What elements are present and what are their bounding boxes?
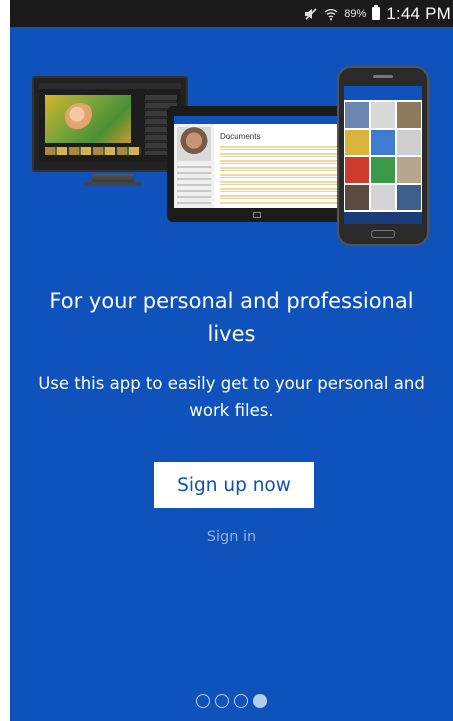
desktop-monitor-illustration	[32, 76, 188, 172]
hero-devices-illustration: Documents	[10, 60, 453, 260]
page-dot-4-active[interactable]	[253, 694, 267, 708]
onboarding-description: Use this app to easily get to your perso…	[38, 374, 425, 420]
page-dot-3[interactable]	[234, 694, 248, 708]
phone-tile-grid	[345, 102, 421, 210]
status-bar: 89% 1:44 PM	[10, 0, 453, 27]
page-dot-1[interactable]	[196, 694, 210, 708]
phone-illustration	[337, 66, 429, 246]
sign-up-button[interactable]: Sign up now	[154, 462, 314, 508]
sign-in-link[interactable]: Sign in	[10, 529, 453, 545]
windows-icon	[253, 212, 261, 218]
app-frame: 89% 1:44 PM Documents For your personal …	[10, 0, 453, 721]
battery-icon	[372, 5, 381, 20]
page-dot-2[interactable]	[215, 694, 229, 708]
photo-thumbnail	[45, 95, 131, 143]
battery-percent: 89%	[344, 7, 367, 20]
page-indicator	[10, 694, 453, 708]
status-time: 1:44 PM	[386, 3, 451, 23]
tablet-illustration: Documents	[167, 106, 349, 222]
monitor-stand	[84, 174, 142, 186]
avatar	[177, 127, 211, 161]
onboarding-heading: For your personal and professional lives	[49, 289, 414, 346]
tablet-title: Documents	[220, 132, 261, 141]
file-list	[220, 146, 338, 204]
wifi-icon	[324, 7, 338, 21]
mute-icon	[304, 7, 318, 21]
